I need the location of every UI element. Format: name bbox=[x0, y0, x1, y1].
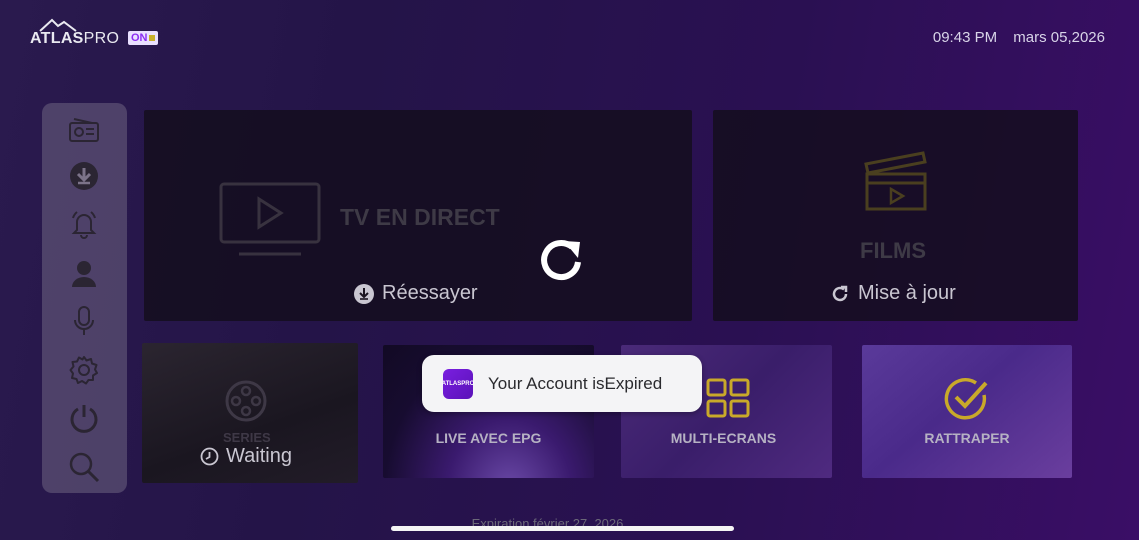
user-icon bbox=[72, 261, 96, 287]
multi-screen-label: MULTI-ECRANS bbox=[670, 430, 777, 446]
series-tile[interactable]: SERIES Waiting bbox=[142, 343, 358, 483]
download-icon bbox=[70, 162, 98, 190]
live-tv-status[interactable]: Réessayer bbox=[354, 282, 478, 305]
sidebar bbox=[42, 103, 127, 493]
sidebar-settings-button[interactable] bbox=[66, 353, 102, 387]
check-circle-icon bbox=[944, 378, 988, 420]
home-indicator[interactable] bbox=[391, 526, 734, 531]
microphone-icon bbox=[74, 306, 94, 335]
clock-icon bbox=[200, 447, 219, 466]
clapperboard-icon bbox=[864, 151, 927, 211]
sidebar-notifications-button[interactable] bbox=[66, 207, 102, 241]
sidebar-radio-button[interactable] bbox=[66, 113, 102, 147]
films-tile[interactable]: FILMS Mise à jour bbox=[713, 110, 1078, 321]
films-label: FILMS bbox=[860, 238, 926, 263]
time-label: 09:43 PM bbox=[932, 29, 998, 46]
logo-badge-text: ON bbox=[131, 32, 148, 44]
power-icon bbox=[70, 405, 98, 433]
sidebar-voice-button[interactable] bbox=[66, 304, 102, 338]
sidebar-account-button[interactable] bbox=[66, 256, 102, 290]
bell-icon bbox=[71, 211, 97, 239]
film-reel-icon bbox=[225, 380, 267, 422]
search-icon bbox=[69, 452, 100, 483]
gear-icon bbox=[69, 356, 98, 385]
series-status-text: Waiting bbox=[226, 445, 292, 467]
live-tv-status-text: Réessayer bbox=[382, 282, 478, 304]
toast-message: Your Account isExpired bbox=[488, 373, 663, 393]
app-icon: ATLASPRO bbox=[441, 368, 475, 399]
refresh-small-icon bbox=[832, 285, 848, 301]
sidebar-download-button[interactable] bbox=[66, 159, 102, 193]
live-tv-label: TV EN DIRECT bbox=[340, 204, 500, 230]
films-status[interactable]: Mise à jour bbox=[830, 282, 956, 305]
account-expired-toast: ATLASPRO Your Account isExpired bbox=[422, 355, 702, 412]
catchup-tile[interactable]: RATTRAPER bbox=[862, 345, 1072, 478]
sidebar-search-button[interactable] bbox=[66, 450, 102, 484]
logo-badge: ON bbox=[128, 31, 158, 45]
app-icon-text: ATLASPRO bbox=[441, 380, 475, 387]
series-label: SERIES bbox=[223, 430, 271, 445]
header-clock: 09:43 PM mars 05,2026 bbox=[933, 29, 1105, 46]
refresh-icon[interactable] bbox=[538, 237, 586, 283]
grid-icon bbox=[706, 378, 750, 418]
live-epg-label: LIVE AVEC EPG bbox=[435, 430, 542, 446]
live-tv-tile[interactable]: TV EN DIRECT Réessayer bbox=[144, 110, 692, 321]
films-status-text: Mise à jour bbox=[858, 282, 956, 304]
series-status[interactable]: Waiting bbox=[200, 445, 292, 468]
radio-icon bbox=[69, 118, 99, 142]
sidebar-power-button[interactable] bbox=[66, 401, 102, 435]
app-logo: ATLASPRO ON bbox=[30, 18, 170, 50]
logo-pro: PRO bbox=[83, 30, 120, 47]
download-circle-icon bbox=[354, 283, 374, 304]
tv-icon bbox=[219, 182, 321, 256]
catchup-label: RATTRAPER bbox=[924, 430, 1010, 446]
logo-wordmark: ATLASPRO bbox=[30, 30, 119, 48]
date-label: mars 05,2026 bbox=[1013, 29, 1105, 46]
logo-atlas: ATLAS bbox=[30, 30, 84, 47]
